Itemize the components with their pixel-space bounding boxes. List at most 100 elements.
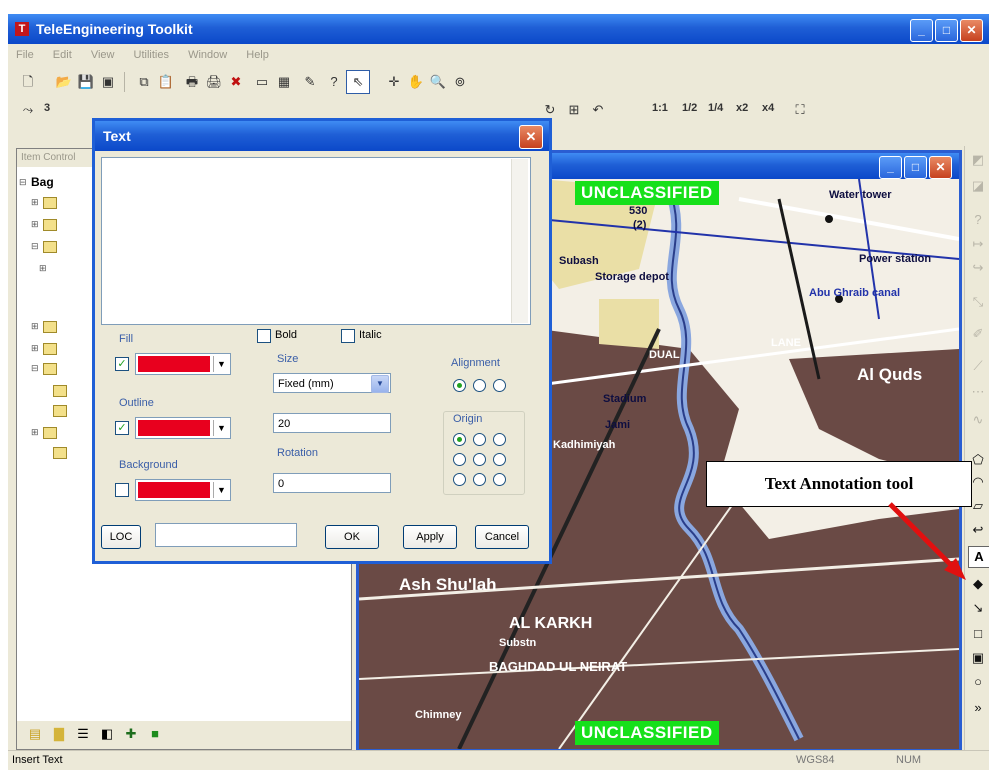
menu-view[interactable]: View [83,44,123,61]
layer-stack-icon[interactable]: ◪ [968,176,988,196]
ok-button[interactable]: OK [325,525,379,549]
layer-icon[interactable]: ◩ [968,150,988,170]
tree-folder-icon[interactable] [43,321,57,333]
paste-icon[interactable]: 📋 [154,70,178,94]
tree-folder-icon[interactable] [43,197,57,209]
tree-collapse-icon[interactable]: ⊟ [31,241,39,252]
polyline-icon[interactable]: ↩ [968,520,988,540]
rectangle-icon[interactable]: □ [968,624,988,644]
loc-input[interactable] [155,523,297,547]
route-icon[interactable]: ↪ [968,258,988,278]
full-extent-icon[interactable]: ⛶ [788,98,812,122]
map-minimize-button[interactable]: _ [879,156,902,179]
zoom-x2[interactable]: x2 [736,102,748,114]
fill-icon[interactable]: ◆ [968,574,988,594]
map-maximize-button[interactable]: □ [904,156,927,179]
line-measure-icon[interactable]: ⟋ [968,356,988,376]
map-close-button[interactable]: ✕ [929,156,952,179]
italic-checkbox[interactable] [341,329,355,343]
text-scrollbar[interactable] [511,159,528,323]
scale-value[interactable]: 3 [44,102,50,114]
tree-expand-icon[interactable]: ⊞ [31,343,39,354]
cancel-button[interactable]: Cancel [475,525,529,549]
arrow-icon[interactable]: ↘ [968,598,988,618]
pointer-icon[interactable]: ⇖ [346,70,370,94]
tree-folder-icon[interactable] [43,219,57,231]
tree-expand-icon[interactable]: ⊞ [31,321,39,332]
align-right-radio[interactable] [493,379,506,392]
add-icon[interactable]: ✚ [121,725,141,743]
print-icon[interactable]: 🖶 [180,70,204,94]
align-center-radio[interactable] [473,379,486,392]
undo-icon[interactable]: ↶ [586,98,610,122]
pan-hand-icon[interactable]: ✋ [404,70,428,94]
layer-window-icon[interactable]: ▭ [250,70,274,94]
menu-help[interactable]: Help [238,44,277,61]
dialog-close-button[interactable]: ✕ [519,125,543,149]
size-mode-select[interactable]: Fixed (mm) ▼ [273,373,391,393]
copy-icon[interactable]: ⧉ [132,70,156,94]
align-left-radio[interactable] [453,379,466,392]
save-all-icon[interactable]: ▣ [96,70,120,94]
origin-middle-left-radio[interactable] [453,453,466,466]
tree-folder-icon[interactable] [53,385,67,397]
fill-checkbox[interactable]: ✓ [115,357,129,371]
text-input[interactable] [101,157,531,325]
origin-bottom-right-radio[interactable] [493,473,506,486]
zoom-1-2[interactable]: 1/2 [682,102,697,114]
tree-expand-icon[interactable]: ⊞ [31,427,39,438]
path-icon[interactable]: ∿ [968,410,988,430]
ellipse-icon[interactable]: ○ [968,672,988,692]
fill-color-select[interactable]: ▼ [135,353,231,375]
tree-expand-icon[interactable]: ⊞ [31,197,39,208]
origin-top-right-radio[interactable] [493,433,506,446]
profile-icon[interactable]: ⋯ [968,382,988,402]
layers-icon[interactable]: ◧ [97,725,117,743]
measure-icon[interactable]: ↦ [968,234,988,254]
zoom-x4[interactable]: x4 [762,102,774,114]
origin-top-center-radio[interactable] [473,433,486,446]
tree-folder-icon[interactable] [43,363,57,375]
zoom-1-1[interactable]: 1:1 [652,102,668,114]
rotation-input[interactable]: 0 [273,473,391,493]
draw-icon[interactable]: ✐ [968,324,988,344]
outline-checkbox[interactable]: ✓ [115,421,129,435]
tree-folder-icon[interactable] [53,447,67,459]
tree-folder-icon[interactable] [53,405,67,417]
tree-folder-icon[interactable] [43,241,57,253]
filled-rectangle-icon[interactable]: ▣ [968,648,988,668]
tree-collapse-icon[interactable]: ⊟ [19,177,27,188]
grid-icon[interactable]: ⊞ [562,98,586,122]
help-icon[interactable]: ? [322,70,346,94]
loc-button[interactable]: LOC [101,525,141,549]
query-icon[interactable]: ? [968,210,988,230]
zoom-1-4[interactable]: 1/4 [708,102,723,114]
background-checkbox[interactable] [115,483,129,497]
print-preview-icon[interactable]: 🖨 [202,70,226,94]
tree-collapse-icon[interactable]: ⊟ [31,363,39,374]
folder-icon[interactable]: ▤ [25,725,45,743]
route-icon[interactable]: ⤳ [16,98,40,122]
tree-root-label[interactable]: Bag [31,175,54,189]
background-color-select[interactable]: ▼ [135,479,231,501]
origin-bottom-center-radio[interactable] [473,473,486,486]
crosshair-icon[interactable]: ✛ [382,70,406,94]
more-tools-icon[interactable]: » [968,698,988,718]
select-icon[interactable]: ⤡ [968,292,988,312]
globe-icon[interactable]: ⊚ [448,70,472,94]
open-icon[interactable]: 📂 [52,70,76,94]
menu-utilities[interactable]: Utilities [126,44,177,61]
map-window-icon[interactable]: ▦ [272,70,296,94]
menu-edit[interactable]: Edit [45,44,80,61]
tree-expand-icon[interactable]: ⊞ [31,219,39,230]
zoom-icon[interactable]: 🔍 [426,70,450,94]
origin-top-left-radio[interactable] [453,433,466,446]
tree-expand-icon[interactable]: ⊞ [39,263,47,274]
maximize-button[interactable]: □ [935,19,958,42]
menu-file[interactable]: File [8,44,42,61]
origin-middle-right-radio[interactable] [493,453,506,466]
pencil-icon[interactable]: ✎ [298,70,322,94]
outline-color-select[interactable]: ▼ [135,417,231,439]
close-button[interactable]: ✕ [960,19,983,42]
minimize-button[interactable]: _ [910,19,933,42]
